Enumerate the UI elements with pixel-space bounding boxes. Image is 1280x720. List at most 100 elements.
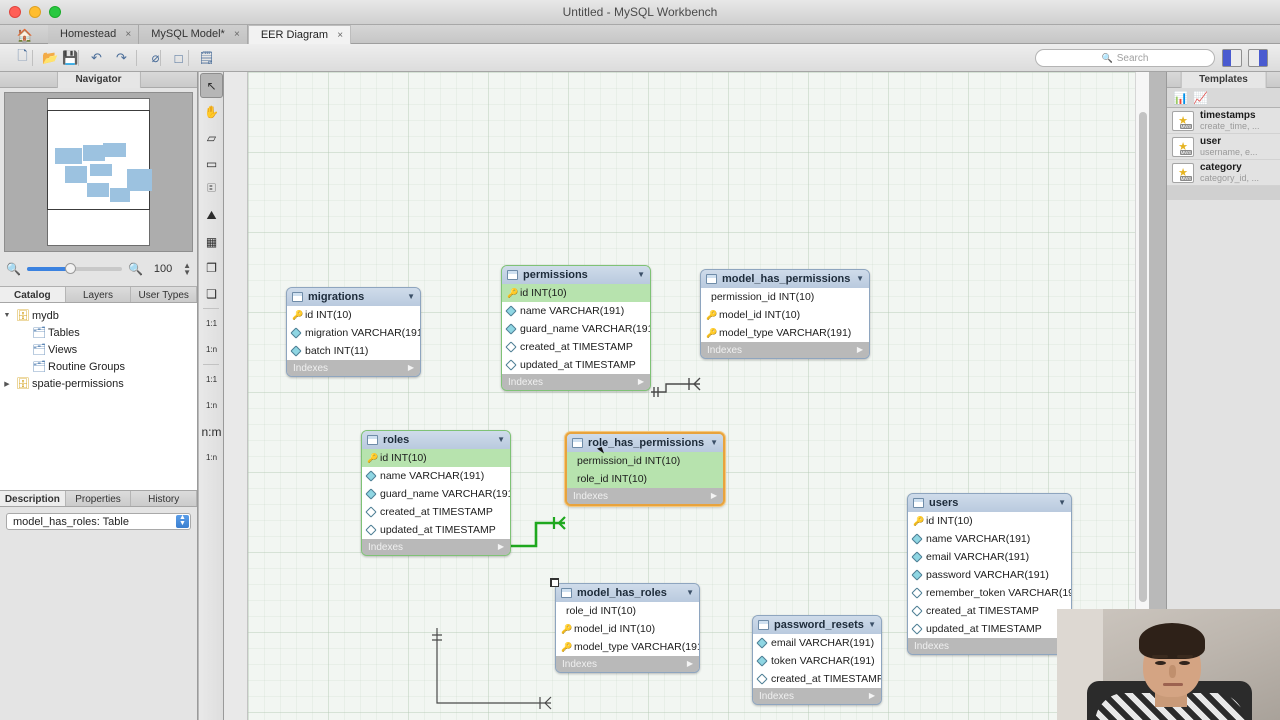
relation-1-n-identifying-tool[interactable]: 1:n bbox=[200, 337, 223, 362]
chevron-down-icon[interactable]: ▼ bbox=[407, 292, 415, 301]
zoom-stepper[interactable]: ▲ ▼ bbox=[183, 262, 191, 277]
pointer-tool[interactable]: ↖ bbox=[200, 73, 223, 98]
relation-1-1-identifying-tool[interactable]: 1:1 bbox=[200, 311, 223, 336]
tree-item-spatie-permissions[interactable]: ▶ 🗄 spatie-permissions bbox=[0, 375, 197, 392]
relation-1-n-non-identifying-tool[interactable]: 1:n bbox=[200, 393, 223, 418]
new-template-icon[interactable]: 📈 bbox=[1193, 91, 1208, 105]
er-column[interactable]: created_at TIMESTAMP bbox=[362, 503, 510, 521]
er-column[interactable]: email VARCHAR(191) bbox=[908, 548, 1071, 566]
open-model-icon[interactable]: 📂 bbox=[40, 48, 61, 68]
er-table-header[interactable]: users ▼ bbox=[908, 494, 1071, 512]
canvas-scroll-thumb[interactable] bbox=[1139, 112, 1147, 602]
er-column[interactable]: created_at TIMESTAMP bbox=[502, 338, 650, 356]
er-column[interactable]: name VARCHAR(191) bbox=[502, 302, 650, 320]
er-table-header[interactable]: roles ▼ bbox=[362, 431, 510, 449]
er-column[interactable]: permission_id INT(10) bbox=[567, 452, 723, 470]
er-column[interactable]: role_id INT(10) bbox=[556, 602, 699, 620]
expand-indexes-icon[interactable]: ▶ bbox=[408, 363, 414, 372]
er-column[interactable]: 🔑 model_id INT(10) bbox=[556, 620, 699, 638]
tree-item-tables[interactable]: 🗂 Tables bbox=[0, 324, 197, 341]
er-column[interactable]: updated_at TIMESTAMP bbox=[362, 521, 510, 539]
er-column[interactable]: guard_name VARCHAR(191) bbox=[362, 485, 510, 503]
er-table-model_has_roles[interactable]: model_has_roles ▼ role_id INT(10) 🔑 model_id… bbox=[555, 583, 700, 673]
tab-eer-diagram[interactable]: EER Diagram × bbox=[247, 25, 352, 45]
er-column[interactable]: 🔑 id INT(10) bbox=[287, 306, 420, 324]
chevron-down-icon[interactable]: ▼ bbox=[856, 274, 864, 283]
er-column[interactable]: 🔑 model_id INT(10) bbox=[701, 306, 869, 324]
tab-catalog[interactable]: Catalog bbox=[0, 287, 66, 302]
er-table-indexes-bar[interactable]: Indexes▶ bbox=[567, 488, 723, 504]
description-stepper[interactable]: ▲ ▼ bbox=[176, 514, 189, 528]
redo-icon[interactable]: ↷ bbox=[111, 48, 132, 68]
er-table-role_has_permissions[interactable]: role_has_permissions ▼ permission_id INT(1… bbox=[565, 432, 725, 506]
er-column[interactable]: migration VARCHAR(191) bbox=[287, 324, 420, 342]
toggle-page-guides-icon[interactable]: □ bbox=[168, 48, 189, 68]
er-column[interactable]: permission_id INT(10) bbox=[701, 288, 869, 306]
er-table-indexes-bar[interactable]: Indexes▶ bbox=[287, 360, 420, 376]
er-column[interactable]: 🔑 id INT(10) bbox=[362, 449, 510, 467]
er-table-password_resets[interactable]: password_resets ▼ email VARCHAR(191) token … bbox=[752, 615, 882, 705]
tab-close-icon[interactable]: × bbox=[125, 25, 131, 44]
chevron-down-icon[interactable]: ▼ bbox=[497, 435, 505, 444]
er-table-header[interactable]: password_resets ▼ bbox=[753, 616, 881, 634]
undo-icon[interactable]: ↶ bbox=[86, 48, 107, 68]
er-column[interactable]: created_at TIMESTAMP bbox=[908, 602, 1071, 620]
er-table-indexes-bar[interactable]: Indexes▶ bbox=[908, 638, 1071, 654]
template-item-user[interactable]: ★ MWS user username, e... bbox=[1167, 134, 1280, 160]
tree-expand-arrow[interactable]: ▶ bbox=[0, 380, 14, 388]
tree-expand-arrow[interactable]: ▼ bbox=[0, 312, 14, 319]
er-column[interactable]: password VARCHAR(191) bbox=[908, 566, 1071, 584]
er-column[interactable]: name VARCHAR(191) bbox=[908, 530, 1071, 548]
relation-1-1-non-identifying-tool[interactable]: 1:1 bbox=[200, 367, 223, 392]
toggle-grid-icon[interactable]: ⌀ bbox=[145, 48, 166, 68]
er-table-header[interactable]: model_has_roles ▼ bbox=[556, 584, 699, 602]
er-table-model_has_permissions[interactable]: model_has_permissions ▼ permission_id INT(… bbox=[700, 269, 870, 359]
tab-user-types[interactable]: User Types bbox=[131, 287, 198, 302]
new-model-icon[interactable]: 🗋 bbox=[12, 48, 33, 68]
apply-template-icon[interactable]: 📊 bbox=[1173, 91, 1188, 105]
er-table-roles[interactable]: roles ▼ 🔑 id INT(10) name VARCHAR(191) guard_… bbox=[361, 430, 511, 556]
zoom-in-icon[interactable]: 🔍 bbox=[128, 262, 143, 276]
er-column[interactable]: remember_token VARCHAR(191) bbox=[908, 584, 1071, 602]
er-column[interactable]: email VARCHAR(191) bbox=[753, 634, 881, 652]
tab-homestead[interactable]: Homestead × bbox=[48, 25, 140, 44]
toggle-right-panel-icon[interactable] bbox=[1248, 49, 1268, 67]
image-tool[interactable]: ⛰ bbox=[200, 203, 223, 228]
tree-item-views[interactable]: 🗂 Views bbox=[0, 341, 197, 358]
relation-n-m-tool[interactable]: n:m bbox=[200, 419, 223, 444]
hand-tool[interactable]: ✋ bbox=[200, 99, 223, 124]
description-field[interactable]: model_has_roles: Table ▲ ▼ bbox=[6, 513, 191, 530]
er-table-users[interactable]: users ▼ 🔑 id INT(10) name VARCHAR(191) email … bbox=[907, 493, 1072, 655]
er-table-header[interactable]: migrations ▼ bbox=[287, 288, 420, 306]
navigator-preview[interactable] bbox=[4, 92, 193, 252]
view-tool[interactable]: ❐ bbox=[200, 255, 223, 280]
expand-indexes-icon[interactable]: ▶ bbox=[498, 542, 504, 551]
zoom-slider-knob[interactable] bbox=[64, 263, 76, 274]
routine-group-tool[interactable]: ❑ bbox=[200, 281, 223, 306]
chevron-down-icon[interactable]: ▼ bbox=[1058, 498, 1066, 507]
tab-mysql-model[interactable]: MySQL Model* × bbox=[139, 25, 248, 44]
er-table-permissions[interactable]: permissions ▼ 🔑 id INT(10) name VARCHAR(191)… bbox=[501, 265, 651, 391]
tree-item-routine-groups[interactable]: 🗂 Routine Groups bbox=[0, 358, 197, 375]
eraser-tool[interactable]: ▱ bbox=[200, 125, 223, 150]
er-column[interactable]: guard_name VARCHAR(191) bbox=[502, 320, 650, 338]
chevron-down-icon[interactable]: ▼ bbox=[710, 438, 718, 447]
toggle-left-panel-icon[interactable] bbox=[1222, 49, 1242, 67]
tab-close-icon[interactable]: × bbox=[337, 26, 343, 45]
lowertab-properties[interactable]: Properties bbox=[66, 491, 132, 506]
template-item-category[interactable]: ★ MWS category category_id, ... bbox=[1167, 160, 1280, 186]
er-column[interactable]: role_id INT(10) bbox=[567, 470, 723, 488]
zoom-out-icon[interactable]: 🔍 bbox=[6, 262, 21, 276]
er-table-header[interactable]: permissions ▼ bbox=[502, 266, 650, 284]
er-column[interactable]: token VARCHAR(191) bbox=[753, 652, 881, 670]
expand-indexes-icon[interactable]: ▶ bbox=[869, 691, 875, 700]
er-table-header[interactable]: model_has_permissions ▼ bbox=[701, 270, 869, 288]
expand-indexes-icon[interactable]: ▶ bbox=[857, 345, 863, 354]
resize-handle[interactable] bbox=[551, 579, 559, 587]
note-tool[interactable]: 🗉 bbox=[200, 177, 223, 202]
relation-pick-tool[interactable]: 1:n bbox=[200, 445, 223, 470]
er-table-indexes-bar[interactable]: Indexes▶ bbox=[362, 539, 510, 555]
chevron-down-icon[interactable]: ▼ bbox=[868, 620, 876, 629]
er-column[interactable]: name VARCHAR(191) bbox=[362, 467, 510, 485]
search-input[interactable]: 🔍 Search bbox=[1035, 49, 1215, 67]
